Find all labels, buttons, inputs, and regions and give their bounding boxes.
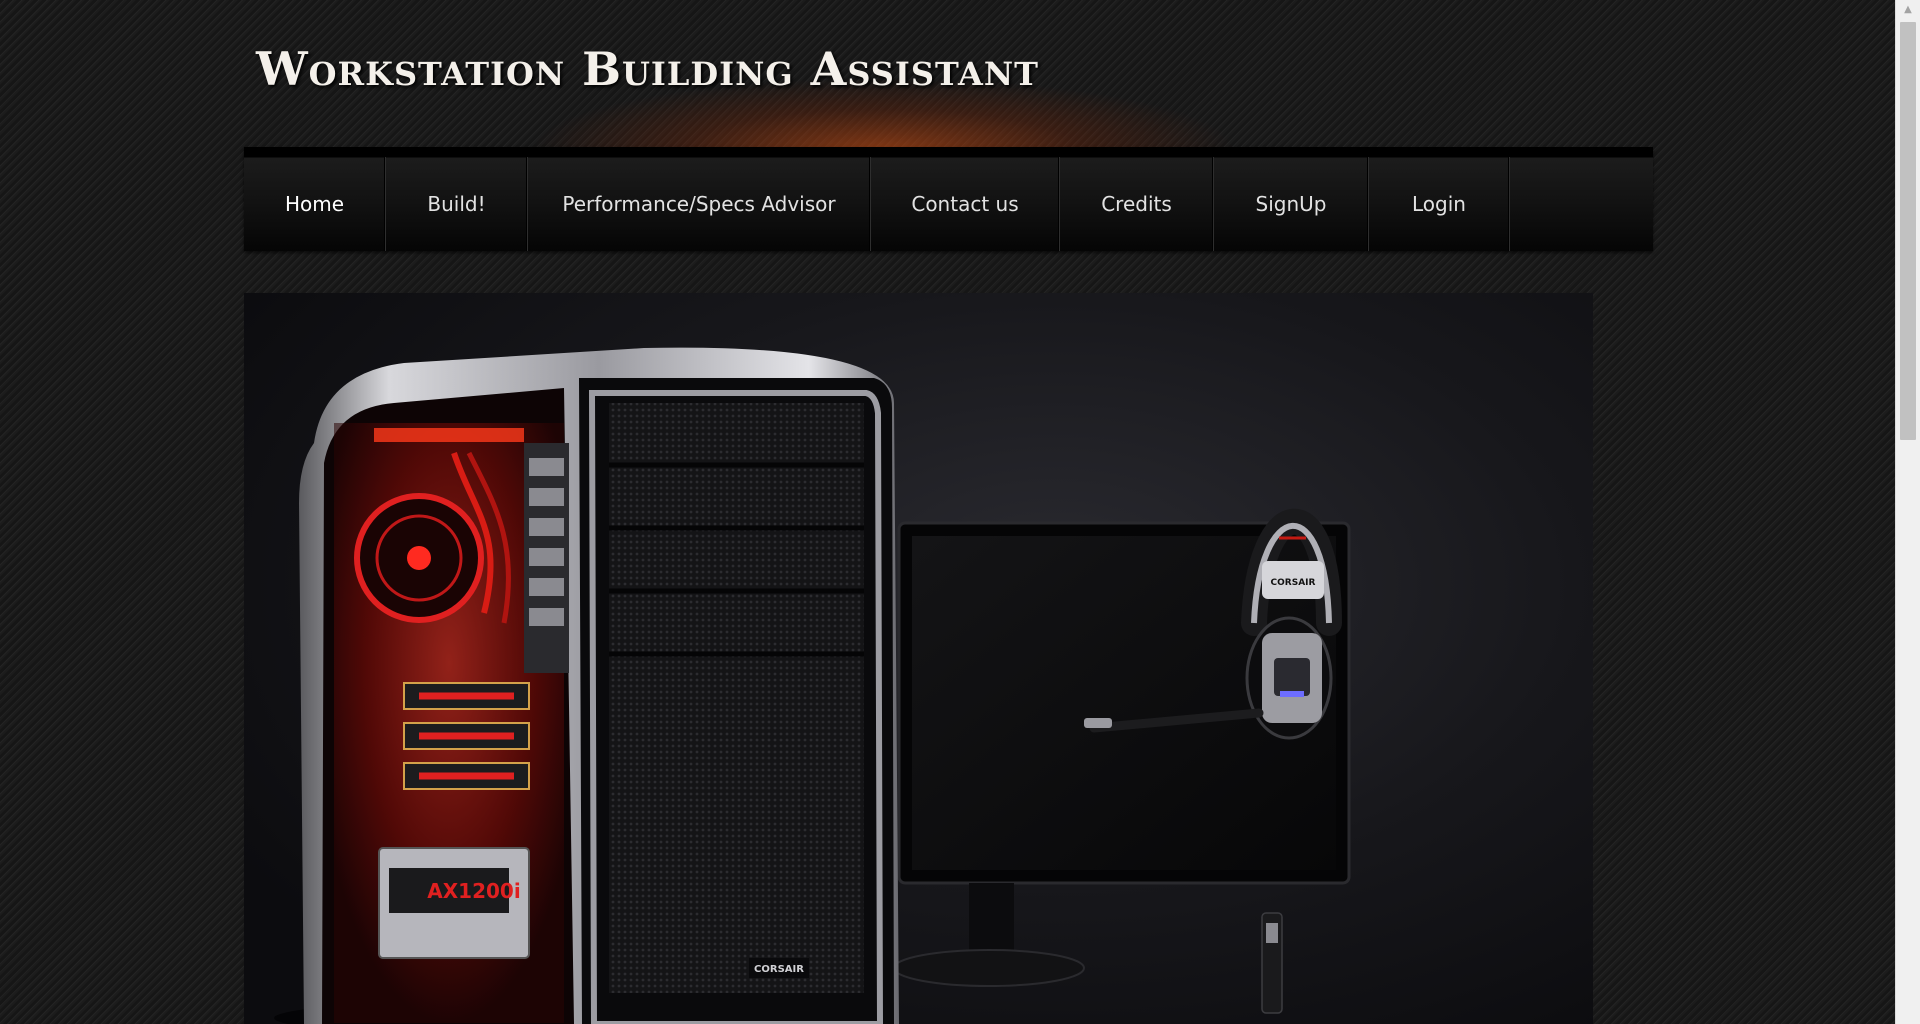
nav-item-credits[interactable]: Credits: [1060, 157, 1214, 251]
hero-image: CORSAIR AX1200i CORSAIR: [244, 293, 1593, 1024]
nav-item-performance-advisor[interactable]: Performance/Specs Advisor: [528, 157, 871, 251]
vertical-scrollbar[interactable]: ▲: [1895, 0, 1920, 1024]
nav-item-build[interactable]: Build!: [386, 157, 528, 251]
nav-item-signup[interactable]: SignUp: [1214, 157, 1369, 251]
graphics-cards: [403, 682, 530, 790]
triangle-up-icon[interactable]: ▲: [1896, 0, 1920, 18]
hero-illustration: CORSAIR AX1200i CORSAIR: [274, 347, 1351, 1024]
headset-brand-text: CORSAIR: [1271, 578, 1316, 588]
nav-filler: [1510, 157, 1653, 251]
case-brand-text: CORSAIR: [754, 964, 804, 975]
nav-item-login[interactable]: Login: [1369, 157, 1510, 251]
wireless-dongle: [1261, 912, 1283, 1014]
pc-case: AX1200i CORSAIR: [274, 347, 899, 1024]
power-supply: AX1200i: [378, 847, 530, 959]
scrollbar-thumb[interactable]: [1900, 22, 1916, 440]
site-title: Workstation Building Assistant: [256, 42, 1039, 96]
main-nav: Home Build! Performance/Specs Advisor Co…: [244, 147, 1653, 251]
nav-item-contact[interactable]: Contact us: [871, 157, 1060, 251]
psu-label: AX1200i: [427, 879, 520, 903]
nav-item-home[interactable]: Home: [244, 157, 386, 251]
